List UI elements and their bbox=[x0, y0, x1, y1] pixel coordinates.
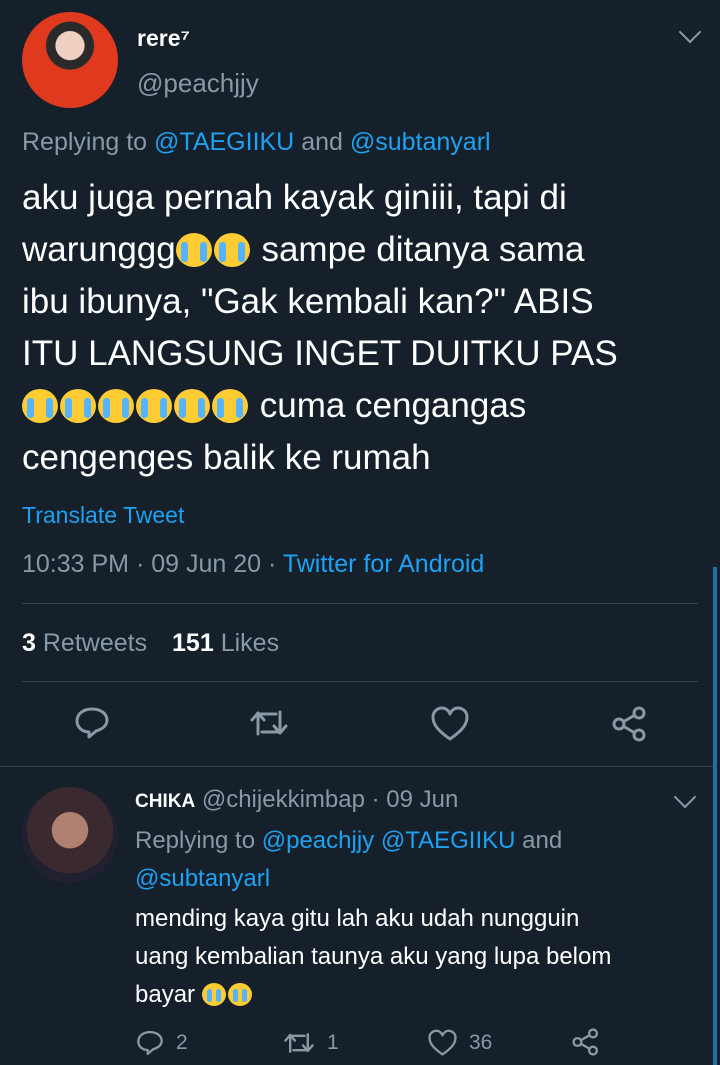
display-name[interactable]: rere⁷ bbox=[137, 25, 190, 52]
crying-emoji-icon bbox=[174, 389, 210, 423]
reply-icon[interactable] bbox=[136, 1029, 164, 1057]
replying-to: Replying to @peachjjy @TAEGIIKU and @sub… bbox=[135, 822, 562, 898]
retweet-icon[interactable] bbox=[249, 708, 289, 738]
divider bbox=[0, 766, 713, 767]
source-link[interactable]: Twitter for Android bbox=[283, 550, 484, 578]
crying-emoji-icon bbox=[213, 233, 250, 267]
crying-emoji-icon bbox=[175, 233, 212, 267]
engagement-stats: 3 Retweets 151 Likes bbox=[22, 629, 279, 658]
divider bbox=[22, 603, 698, 604]
like-icon[interactable] bbox=[431, 706, 469, 742]
share-icon[interactable] bbox=[571, 1028, 601, 1056]
user-handle[interactable]: @peachjjy bbox=[137, 68, 259, 99]
reply-text: mending kaya gitu lah aku udah nungguin … bbox=[135, 905, 612, 1008]
tweet-timestamp: 10:33 PM · 09 Jun 20 · Twitter for Andro… bbox=[22, 550, 485, 578]
share-icon[interactable] bbox=[611, 706, 649, 742]
reply-icon[interactable] bbox=[74, 706, 110, 740]
translate-tweet-link[interactable]: Translate Tweet bbox=[22, 502, 184, 529]
crying-emoji-icon bbox=[227, 983, 252, 1006]
likes-stat[interactable]: 151 Likes bbox=[172, 629, 279, 657]
crying-emoji-icon bbox=[212, 389, 248, 423]
retweet-icon[interactable] bbox=[283, 1031, 315, 1055]
like-count: 36 bbox=[469, 1031, 493, 1054]
scrollbar[interactable] bbox=[713, 567, 717, 1065]
like-action[interactable]: 36 bbox=[428, 1028, 492, 1058]
reply-count: 2 bbox=[176, 1031, 188, 1054]
chevron-down-icon[interactable] bbox=[678, 20, 702, 44]
tweet-text: aku juga pernah kayak giniii, tapi di wa… bbox=[22, 178, 618, 477]
divider bbox=[22, 681, 698, 682]
mention-link[interactable]: @subtanyarl bbox=[350, 128, 491, 156]
retweets-stat[interactable]: 3 Retweets bbox=[22, 629, 147, 657]
display-name[interactable]: CHIKA bbox=[135, 791, 195, 812]
mention-link[interactable]: @peachjjy bbox=[262, 827, 374, 854]
crying-emoji-icon bbox=[201, 983, 226, 1006]
avatar[interactable] bbox=[22, 12, 118, 108]
chevron-down-icon[interactable] bbox=[673, 785, 697, 809]
mention-link[interactable]: @subtanyarl bbox=[135, 860, 562, 898]
reply-action[interactable]: 2 bbox=[136, 1028, 188, 1058]
crying-emoji-icon bbox=[136, 389, 172, 423]
crying-emoji-icon bbox=[22, 389, 58, 423]
retweet-action[interactable]: 1 bbox=[283, 1028, 339, 1058]
retweet-count: 1 bbox=[327, 1031, 339, 1054]
mention-link[interactable]: @TAEGIIKU bbox=[381, 827, 516, 854]
crying-emoji-icon bbox=[60, 389, 96, 423]
replying-to: Replying to @TAEGIIKU and @subtanyarl bbox=[22, 128, 491, 156]
reply-date: · 09 Jun bbox=[371, 786, 459, 813]
like-icon[interactable] bbox=[428, 1029, 457, 1057]
crying-emoji-icon bbox=[98, 389, 134, 423]
user-handle[interactable]: @chijekkimbap bbox=[202, 786, 365, 813]
mention-link[interactable]: @TAEGIIKU bbox=[154, 128, 294, 156]
avatar[interactable] bbox=[22, 787, 118, 883]
reply-header: CHIKA @chijekkimbap · 09 Jun bbox=[135, 786, 458, 814]
